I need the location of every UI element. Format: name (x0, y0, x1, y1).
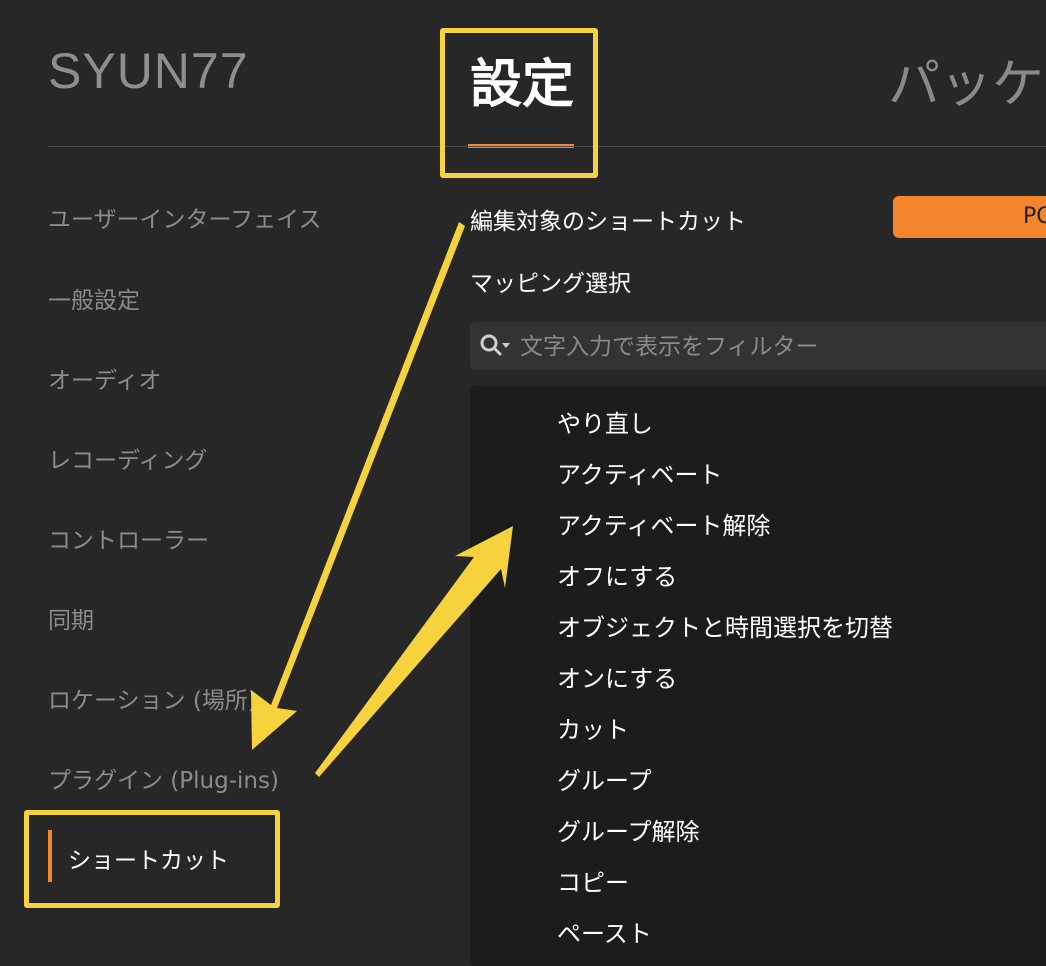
list-item-turn-on[interactable]: オンにする (557, 659, 677, 694)
list-item-deactivate[interactable]: アクティベート解除 (557, 506, 770, 541)
list-item-activate[interactable]: アクティベート (557, 455, 722, 490)
sidebar-item-recording[interactable]: レコーディング (48, 441, 207, 475)
list-item-redo[interactable]: やり直し (557, 404, 653, 439)
list-item-paste[interactable]: ペースト (557, 914, 652, 949)
shortcut-list: やり直し アクティベート アクティベート解除 オフにする オブジェクトと時間選択… (470, 386, 1046, 966)
sidebar-item-locations[interactable]: ロケーション (場所) (48, 681, 257, 715)
filter-search-input[interactable] (518, 322, 1046, 372)
list-item-cut[interactable]: カット (557, 710, 629, 745)
tab-packages[interactable]: パッケ (888, 42, 1044, 117)
sidebar-item-controllers[interactable]: コントローラー (48, 521, 209, 555)
arrow-to-shortcuts-icon (251, 222, 465, 750)
app-title: SYUN77 (48, 43, 249, 99)
list-item-copy[interactable]: コピー (557, 863, 629, 898)
highlight-box-shortcuts-item (24, 810, 280, 908)
sidebar-item-general[interactable]: 一般設定 (48, 281, 140, 315)
list-item-turn-off[interactable]: オフにする (557, 557, 677, 592)
mapping-select-label: マッピング選択 (470, 271, 631, 297)
mapping-select-button[interactable]: PC (893, 196, 1046, 238)
sidebar-item-user-interface[interactable]: ユーザーインターフェイス (48, 200, 321, 234)
search-icon[interactable] (478, 332, 512, 364)
list-item-group[interactable]: グループ (557, 761, 652, 796)
filter-search-box (470, 322, 1046, 372)
sidebar-item-plugins[interactable]: プラグイン (Plug-ins) (48, 761, 279, 795)
highlight-box-settings-tab (440, 28, 598, 178)
caret-down-icon (502, 343, 510, 348)
edit-target-label: 編集対象のショートカット (470, 209, 746, 235)
sidebar-item-sync[interactable]: 同期 (48, 601, 94, 635)
sidebar-item-audio[interactable]: オーディオ (48, 361, 161, 395)
list-item-ungroup[interactable]: グループ解除 (557, 812, 700, 847)
list-item-toggle-object-time-selection[interactable]: オブジェクトと時間選択を切替 (557, 608, 893, 643)
